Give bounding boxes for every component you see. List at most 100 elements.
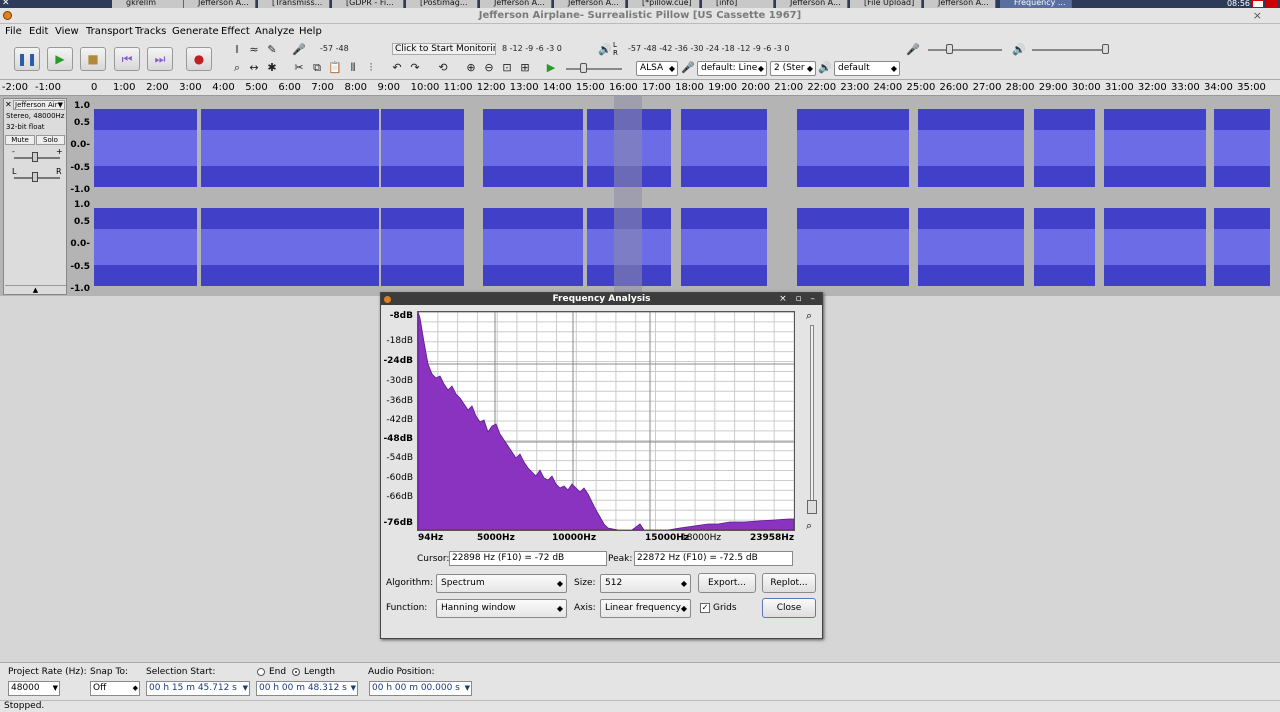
flag-icon[interactable] — [1266, 0, 1278, 8]
end-radio[interactable] — [257, 668, 265, 676]
vertical-zoom-thumb[interactable] — [807, 500, 817, 514]
stop-button[interactable]: ■ — [80, 47, 106, 71]
export-button[interactable]: Export... — [698, 573, 756, 593]
audio-clip[interactable] — [680, 102, 767, 194]
audio-clip[interactable] — [201, 201, 379, 293]
menu-file[interactable]: File — [5, 26, 22, 37]
taskbar-item[interactable]: [Postimag... — [406, 0, 478, 8]
audio-clip[interactable] — [483, 102, 584, 194]
paste-icon[interactable]: 📋 — [328, 61, 342, 75]
trim-icon[interactable]: ⫴ — [346, 61, 360, 75]
audio-position-field[interactable]: 00 h 00 m 00.000 s ▼ — [369, 681, 472, 696]
play-device-select[interactable]: default ◆ — [834, 61, 900, 76]
selection-start-field[interactable]: 00 h 15 m 45.712 s ▼ — [146, 681, 250, 696]
waveform-left-channel[interactable] — [94, 102, 1270, 194]
zoom-tool-icon[interactable]: ⌕ — [230, 61, 244, 75]
record-button[interactable]: ● — [186, 47, 212, 71]
length-field[interactable]: 00 h 00 m 48.312 s ▼ — [256, 681, 358, 696]
audio-clip[interactable] — [1265, 102, 1270, 194]
audio-clip[interactable] — [1033, 201, 1095, 293]
project-rate-select[interactable]: 48000 ▼ — [8, 681, 60, 696]
input-volume-thumb[interactable] — [946, 44, 953, 54]
track-name-button[interactable]: Jefferson Air ▼ — [13, 100, 65, 110]
redo-icon[interactable]: ↷ — [408, 61, 422, 75]
solo-button[interactable]: Solo — [36, 135, 65, 145]
audio-clip[interactable] — [1265, 201, 1270, 293]
zoom-in-icon[interactable]: ⊕ — [464, 61, 478, 75]
spectrum-plot[interactable] — [417, 311, 795, 531]
multi-tool-icon[interactable]: ✱ — [265, 61, 279, 75]
menu-tracks[interactable]: Tracks — [135, 26, 166, 37]
audio-clip[interactable] — [94, 102, 198, 194]
menu-view[interactable]: View — [55, 26, 79, 37]
size-select[interactable]: 512 ◆ — [600, 574, 691, 593]
selection-tool-icon[interactable]: I — [230, 43, 244, 57]
sync-lock-icon[interactable]: ⟲ — [436, 61, 450, 75]
algorithm-select[interactable]: Spectrum ◆ — [436, 574, 567, 593]
taskbar-start-icon[interactable]: ✕ — [2, 0, 10, 8]
waveform-right-channel[interactable] — [94, 201, 1270, 293]
timeline-ruler[interactable]: -2:00 -1:00 0 1:00 2:00 3:00 4:00 5:00 6:00 7:00 8… — [0, 80, 1280, 96]
audio-clip[interactable] — [918, 201, 1025, 293]
timeshift-tool-icon[interactable]: ↔ — [247, 61, 261, 75]
track-close-icon[interactable]: ✕ — [5, 100, 12, 109]
pan-thumb[interactable] — [32, 172, 38, 182]
taskbar-item[interactable]: [info] — [702, 0, 774, 8]
host-select[interactable]: ALSA ◆ — [636, 61, 678, 76]
taskbar-item[interactable]: Jefferson A... — [554, 0, 626, 8]
vertical-zoom-slider[interactable] — [810, 325, 814, 513]
pause-button[interactable]: ❚❚ — [14, 47, 40, 71]
play-meter-icon[interactable]: 🔊 — [598, 43, 612, 57]
audio-clip[interactable] — [1104, 102, 1207, 194]
audio-clip[interactable] — [1033, 102, 1095, 194]
play-speed-slider[interactable] — [566, 68, 622, 70]
close-button[interactable]: Close — [762, 598, 816, 618]
taskbar-item[interactable]: Jefferson A... — [480, 0, 552, 8]
audio-clip[interactable] — [483, 201, 584, 293]
fit-project-icon[interactable]: ⊞ — [518, 61, 532, 75]
function-select[interactable]: Hanning window ◆ — [436, 599, 567, 618]
taskbar-item[interactable]: Jefferson A... — [184, 0, 256, 8]
copy-icon[interactable]: ⧉ — [310, 61, 324, 75]
audio-clip[interactable] — [918, 102, 1025, 194]
selection-region[interactable] — [614, 96, 642, 296]
undo-icon[interactable]: ↶ — [390, 61, 404, 75]
skip-start-button[interactable]: ⏮ — [114, 47, 140, 71]
envelope-tool-icon[interactable]: ≈ — [247, 43, 261, 57]
taskbar-item[interactable]: Jefferson A... — [924, 0, 996, 8]
play-button[interactable]: ▶ — [47, 47, 73, 71]
flag-icon[interactable] — [1252, 0, 1264, 8]
audio-clip[interactable] — [94, 201, 198, 293]
taskbar-item[interactable]: Frequency ... — [1000, 0, 1072, 8]
taskbar-item[interactable]: gkrellm — [112, 0, 184, 8]
draw-tool-icon[interactable]: ✎ — [265, 43, 279, 57]
grids-checkbox[interactable]: ✓ — [700, 603, 710, 613]
taskbar-item[interactable]: Jefferson A... — [776, 0, 848, 8]
audio-clip[interactable] — [1213, 201, 1269, 293]
play-at-speed-icon[interactable]: ▶ — [544, 61, 558, 75]
audio-clip[interactable] — [380, 102, 465, 194]
audio-clip[interactable] — [1104, 201, 1207, 293]
channels-select[interactable]: 2 (Ster ◆ — [770, 61, 816, 76]
taskbar-item[interactable]: [Transmiss... — [258, 0, 330, 8]
audio-clip[interactable] — [380, 201, 465, 293]
gain-thumb[interactable] — [32, 152, 38, 162]
zoom-out-vertical-icon[interactable]: ⌕ — [806, 519, 812, 533]
audio-clip[interactable] — [680, 201, 767, 293]
zoom-in-vertical-icon[interactable]: ⌕ — [806, 309, 812, 323]
silence-icon[interactable]: ⫶ — [364, 61, 378, 75]
replot-button[interactable]: Replot... — [762, 573, 816, 593]
menu-analyze[interactable]: Analyze — [255, 26, 294, 37]
zoom-out-icon[interactable]: ⊖ — [482, 61, 496, 75]
audio-clip[interactable] — [201, 102, 379, 194]
dialog-window-buttons[interactable]: × ▫ – — [779, 293, 818, 305]
rec-device-select[interactable]: default: Line ◆ — [697, 61, 767, 76]
audio-clip[interactable] — [1213, 102, 1269, 194]
menu-generate[interactable]: Generate — [172, 26, 219, 37]
axis-select[interactable]: Linear frequency ◆ — [600, 599, 691, 618]
record-meter-monitor[interactable]: Click to Start Monitoring — [392, 43, 496, 55]
fit-selection-icon[interactable]: ⊡ — [500, 61, 514, 75]
audio-clip[interactable] — [797, 201, 909, 293]
taskbar-item[interactable]: [GDPR - Fi... — [332, 0, 404, 8]
snap-to-select[interactable]: Off ◆ — [90, 681, 140, 696]
